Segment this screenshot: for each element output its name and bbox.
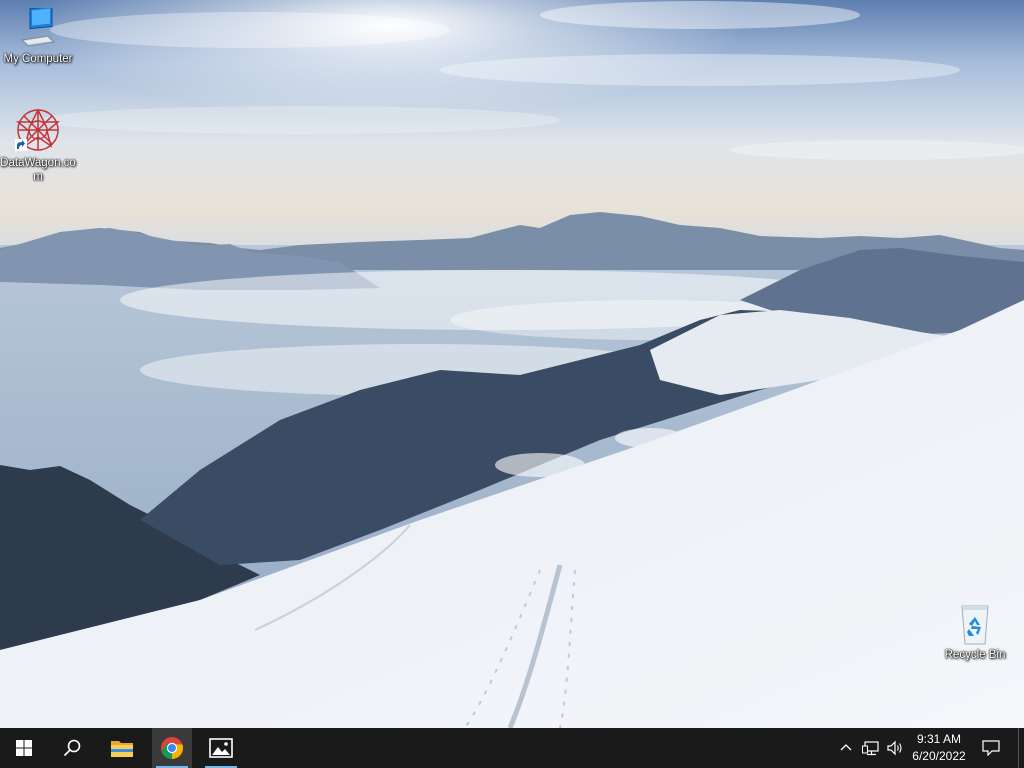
system-clock[interactable]: 9:31 AM 6/20/2022 xyxy=(906,731,972,765)
recycle-bin-icon xyxy=(961,605,989,645)
clock-time: 9:31 AM xyxy=(916,732,962,746)
taskbar-file-explorer[interactable] xyxy=(102,728,142,768)
desktop-icon-recycle-bin[interactable]: Recycle Bin xyxy=(937,602,1013,662)
windows-logo-icon xyxy=(16,740,32,756)
desktop-icon-label: Recycle Bin xyxy=(944,649,1006,661)
taskbar: 9:31 AM 6/20/2022 xyxy=(0,728,1024,768)
network-icon[interactable] xyxy=(862,740,880,756)
chrome-icon xyxy=(161,737,184,759)
photos-icon xyxy=(209,738,233,758)
clock-date: 6/20/2022 xyxy=(912,749,966,763)
volume-icon[interactable] xyxy=(886,740,904,756)
show-desktop-button[interactable] xyxy=(1018,728,1024,768)
monitor-icon xyxy=(20,8,56,47)
taskbar-google-chrome[interactable] xyxy=(152,728,192,768)
desktop-icon-datawagon[interactable]: DataWagon.com xyxy=(0,106,76,184)
datawagon-logo-icon xyxy=(15,108,61,151)
notification-icon[interactable] xyxy=(982,740,1000,756)
desktop-icon-label: DataWagon.com xyxy=(0,157,76,183)
start-button[interactable] xyxy=(4,728,44,768)
desktop-wallpaper xyxy=(0,0,1024,728)
chevron-up-icon[interactable] xyxy=(838,740,854,756)
desktop-icon-label: My Computer xyxy=(3,53,73,65)
taskbar-photos[interactable] xyxy=(201,728,241,768)
search-icon xyxy=(63,739,81,757)
search-button[interactable] xyxy=(52,728,92,768)
folder-icon xyxy=(111,741,133,757)
desktop-icon-my-computer[interactable]: My Computer xyxy=(0,8,76,66)
